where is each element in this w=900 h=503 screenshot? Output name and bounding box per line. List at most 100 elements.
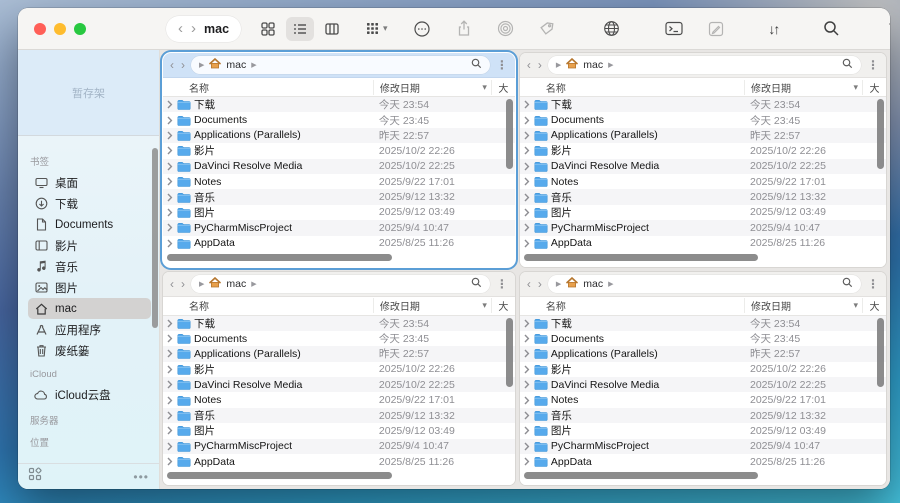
file-row[interactable]: Notes2025/9/22 17:01	[163, 174, 515, 189]
disclosure-chevron-icon[interactable]	[163, 239, 177, 248]
pane-vertical-scrollbar[interactable]	[877, 318, 884, 388]
file-row[interactable]: 影片2025/10/2 22:26	[520, 143, 886, 158]
column-name[interactable]: 名称	[163, 298, 373, 313]
disclosure-chevron-icon[interactable]	[163, 442, 177, 451]
column-date[interactable]: 修改日期▾	[744, 80, 862, 95]
pane-search-icon[interactable]	[842, 275, 853, 293]
file-row[interactable]: Notes2025/9/22 17:01	[520, 392, 886, 407]
disclosure-chevron-icon[interactable]	[520, 100, 534, 109]
file-row[interactable]: AppData2025/8/25 11:26	[163, 236, 515, 251]
sidebar-item-下载[interactable]: 下载	[28, 193, 151, 214]
tag-icon[interactable]	[533, 17, 561, 41]
pane-kebab-icon[interactable]: ⋮	[495, 59, 509, 71]
search-icon[interactable]	[817, 16, 846, 41]
file-row[interactable]: 下载今天 23:54	[520, 316, 886, 331]
disclosure-chevron-icon[interactable]	[520, 208, 534, 217]
pane-horizontal-scrollbar[interactable]	[524, 472, 758, 479]
file-row[interactable]: 图片2025/9/12 03:49	[163, 205, 515, 220]
sidebar-item-音乐[interactable]: 音乐	[28, 256, 151, 277]
pane-horizontal-scrollbar[interactable]	[167, 472, 392, 479]
pane-back-icon[interactable]: ‹	[169, 59, 175, 71]
pane-forward-icon[interactable]: ›	[180, 278, 186, 290]
disclosure-chevron-icon[interactable]	[520, 146, 534, 155]
file-row[interactable]: DaVinci Resolve Media2025/10/2 22:25	[520, 159, 886, 174]
pane-kebab-icon[interactable]: ⋮	[495, 278, 509, 290]
file-row[interactable]: AppData2025/8/25 11:26	[163, 454, 515, 469]
pane-kebab-icon[interactable]: ⋮	[866, 278, 880, 290]
globe-icon[interactable]	[597, 16, 626, 41]
disclosure-chevron-icon[interactable]	[163, 396, 177, 405]
pane-search-icon[interactable]	[471, 56, 482, 74]
sidebar-scrollbar[interactable]	[152, 148, 158, 328]
file-row[interactable]: PyCharmMiscProject2025/9/4 10:47	[520, 220, 886, 235]
column-name[interactable]: 名称	[520, 298, 744, 313]
file-row[interactable]: 图片2025/9/12 03:49	[520, 205, 886, 220]
disclosure-chevron-icon[interactable]	[163, 319, 177, 328]
disclosure-chevron-icon[interactable]	[520, 442, 534, 451]
disclosure-chevron-icon[interactable]	[520, 239, 534, 248]
sidebar-item-图片[interactable]: 图片	[28, 277, 151, 298]
disclosure-chevron-icon[interactable]	[520, 193, 534, 202]
disclosure-chevron-icon[interactable]	[520, 162, 534, 171]
file-row[interactable]: 音乐2025/9/12 13:32	[163, 189, 515, 204]
disclosure-chevron-icon[interactable]	[520, 411, 534, 420]
sidebar-item-废纸篓[interactable]: 废纸篓	[28, 340, 151, 361]
disclosure-chevron-icon[interactable]	[520, 426, 534, 435]
disclosure-chevron-icon[interactable]	[520, 116, 534, 125]
disclosure-chevron-icon[interactable]	[520, 349, 534, 358]
disclosure-chevron-icon[interactable]	[520, 365, 534, 374]
file-row[interactable]: 下载今天 23:54	[520, 97, 886, 112]
disclosure-chevron-icon[interactable]	[163, 162, 177, 171]
file-row[interactable]: AppData2025/8/25 11:26	[520, 454, 886, 469]
pane-forward-icon[interactable]: ›	[180, 59, 186, 71]
file-row[interactable]: 音乐2025/9/12 13:32	[163, 408, 515, 423]
disclosure-chevron-icon[interactable]	[163, 177, 177, 186]
disclosure-chevron-icon[interactable]	[163, 193, 177, 202]
pane-breadcrumb[interactable]: ▶ mac ▶	[191, 275, 490, 293]
file-row[interactable]: 图片2025/9/12 03:49	[163, 423, 515, 438]
disclosure-chevron-icon[interactable]	[520, 457, 534, 466]
pane-vertical-scrollbar[interactable]	[506, 318, 513, 388]
more-circle-icon[interactable]	[407, 16, 437, 42]
pane-kebab-icon[interactable]: ⋮	[866, 59, 880, 71]
disclosure-chevron-icon[interactable]	[163, 131, 177, 140]
disclosure-chevron-icon[interactable]	[163, 380, 177, 389]
sidebar-item-icloud云盘[interactable]: iCloud云盘	[28, 384, 151, 405]
sidebar-item-mac[interactable]: mac	[28, 298, 151, 319]
pane-forward-icon[interactable]: ›	[537, 278, 543, 290]
pane-vertical-scrollbar[interactable]	[506, 99, 513, 169]
file-row[interactable]: Applications (Parallels)昨天 22:57	[163, 128, 515, 143]
file-row[interactable]: PyCharmMiscProject2025/9/4 10:47	[163, 439, 515, 454]
disclosure-chevron-icon[interactable]	[163, 411, 177, 420]
disclosure-chevron-icon[interactable]	[520, 396, 534, 405]
column-size[interactable]: 大	[491, 80, 515, 95]
sort-icon[interactable]: ↓↑	[762, 17, 784, 41]
trash-icon[interactable]	[882, 16, 890, 41]
file-row[interactable]: 影片2025/10/2 22:26	[163, 143, 515, 158]
disclosure-chevron-icon[interactable]	[163, 223, 177, 232]
file-row[interactable]: Documents今天 23:45	[163, 112, 515, 127]
pane-horizontal-scrollbar[interactable]	[167, 254, 392, 261]
pane-back-icon[interactable]: ‹	[169, 278, 175, 290]
file-row[interactable]: AppData2025/8/25 11:26	[520, 236, 886, 251]
workspace-grid-icon[interactable]	[28, 467, 42, 486]
disclosure-chevron-icon[interactable]	[163, 116, 177, 125]
disclosure-chevron-icon[interactable]	[520, 131, 534, 140]
edit-icon[interactable]	[702, 17, 730, 41]
file-row[interactable]: Documents今天 23:45	[163, 331, 515, 346]
forward-icon[interactable]: ›	[191, 21, 196, 36]
disclosure-chevron-icon[interactable]	[163, 146, 177, 155]
back-icon[interactable]: ‹	[178, 21, 183, 36]
file-row[interactable]: Applications (Parallels)昨天 22:57	[520, 346, 886, 361]
minimize-window-button[interactable]	[54, 23, 66, 35]
file-row[interactable]: Notes2025/9/22 17:01	[163, 392, 515, 407]
column-view-icon[interactable]	[318, 17, 346, 41]
file-row[interactable]: DaVinci Resolve Media2025/10/2 22:25	[520, 377, 886, 392]
disclosure-chevron-icon[interactable]	[163, 457, 177, 466]
toolbar-breadcrumb[interactable]: ‹ › mac	[166, 16, 241, 42]
pane-breadcrumb[interactable]: ▶ mac ▶	[548, 56, 861, 74]
file-row[interactable]: Documents今天 23:45	[520, 331, 886, 346]
pane-search-icon[interactable]	[842, 56, 853, 74]
column-size[interactable]: 大	[491, 298, 515, 313]
file-row[interactable]: 下载今天 23:54	[163, 316, 515, 331]
